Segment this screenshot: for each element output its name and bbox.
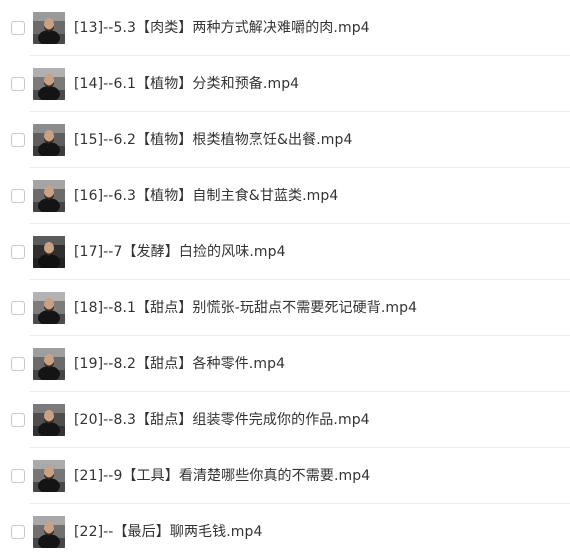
file-name[interactable]: [17]--7【发酵】白捡的风味.mp4 — [74, 241, 286, 263]
video-thumbnail-icon — [33, 124, 65, 156]
file-name[interactable]: [14]--6.1【植物】分类和预备.mp4 — [74, 73, 299, 95]
video-thumbnail-icon — [33, 12, 65, 44]
file-name[interactable]: [15]--6.2【植物】根类植物烹饪&出餐.mp4 — [74, 129, 353, 151]
file-checkbox[interactable] — [11, 133, 25, 147]
file-row[interactable]: [22]--【最后】聊两毛钱.mp4 — [0, 504, 570, 560]
file-checkbox[interactable] — [11, 469, 25, 483]
file-checkbox[interactable] — [11, 245, 25, 259]
file-name[interactable]: [16]--6.3【植物】自制主食&甘蓝类.mp4 — [74, 185, 338, 207]
file-row[interactable]: [14]--6.1【植物】分类和预备.mp4 — [0, 56, 570, 112]
file-name[interactable]: [13]--5.3【肉类】两种方式解决难嚼的肉.mp4 — [74, 17, 370, 39]
file-checkbox[interactable] — [11, 189, 25, 203]
file-name[interactable]: [18]--8.1【甜点】别慌张-玩甜点不需要死记硬背.mp4 — [74, 297, 417, 319]
video-thumbnail-icon — [33, 460, 65, 492]
file-list: [13]--5.3【肉类】两种方式解决难嚼的肉.mp4 [14]--6.1【植物… — [0, 0, 570, 559]
file-row[interactable]: [15]--6.2【植物】根类植物烹饪&出餐.mp4 — [0, 112, 570, 168]
video-thumbnail-icon — [33, 292, 65, 324]
file-name[interactable]: [21]--9【工具】看清楚哪些你真的不需要.mp4 — [74, 465, 370, 487]
video-thumbnail-icon — [33, 516, 65, 548]
file-row[interactable]: [17]--7【发酵】白捡的风味.mp4 — [0, 224, 570, 280]
video-thumbnail-icon — [33, 404, 65, 436]
video-thumbnail-icon — [33, 348, 65, 380]
file-checkbox[interactable] — [11, 357, 25, 371]
file-checkbox[interactable] — [11, 301, 25, 315]
video-thumbnail-icon — [33, 180, 65, 212]
file-checkbox[interactable] — [11, 413, 25, 427]
video-thumbnail-icon — [33, 68, 65, 100]
video-thumbnail-icon — [33, 236, 65, 268]
file-name[interactable]: [22]--【最后】聊两毛钱.mp4 — [74, 521, 263, 543]
file-row[interactable]: [18]--8.1【甜点】别慌张-玩甜点不需要死记硬背.mp4 — [0, 280, 570, 336]
file-row[interactable]: [20]--8.3【甜点】组装零件完成你的作品.mp4 — [0, 392, 570, 448]
file-row[interactable]: [21]--9【工具】看清楚哪些你真的不需要.mp4 — [0, 448, 570, 504]
file-row[interactable]: [16]--6.3【植物】自制主食&甘蓝类.mp4 — [0, 168, 570, 224]
file-name[interactable]: [19]--8.2【甜点】各种零件.mp4 — [74, 353, 285, 375]
file-row[interactable]: [13]--5.3【肉类】两种方式解决难嚼的肉.mp4 — [0, 0, 570, 56]
file-name[interactable]: [20]--8.3【甜点】组装零件完成你的作品.mp4 — [74, 409, 370, 431]
file-row[interactable]: [19]--8.2【甜点】各种零件.mp4 — [0, 336, 570, 392]
file-checkbox[interactable] — [11, 525, 25, 539]
file-checkbox[interactable] — [11, 21, 25, 35]
file-checkbox[interactable] — [11, 77, 25, 91]
